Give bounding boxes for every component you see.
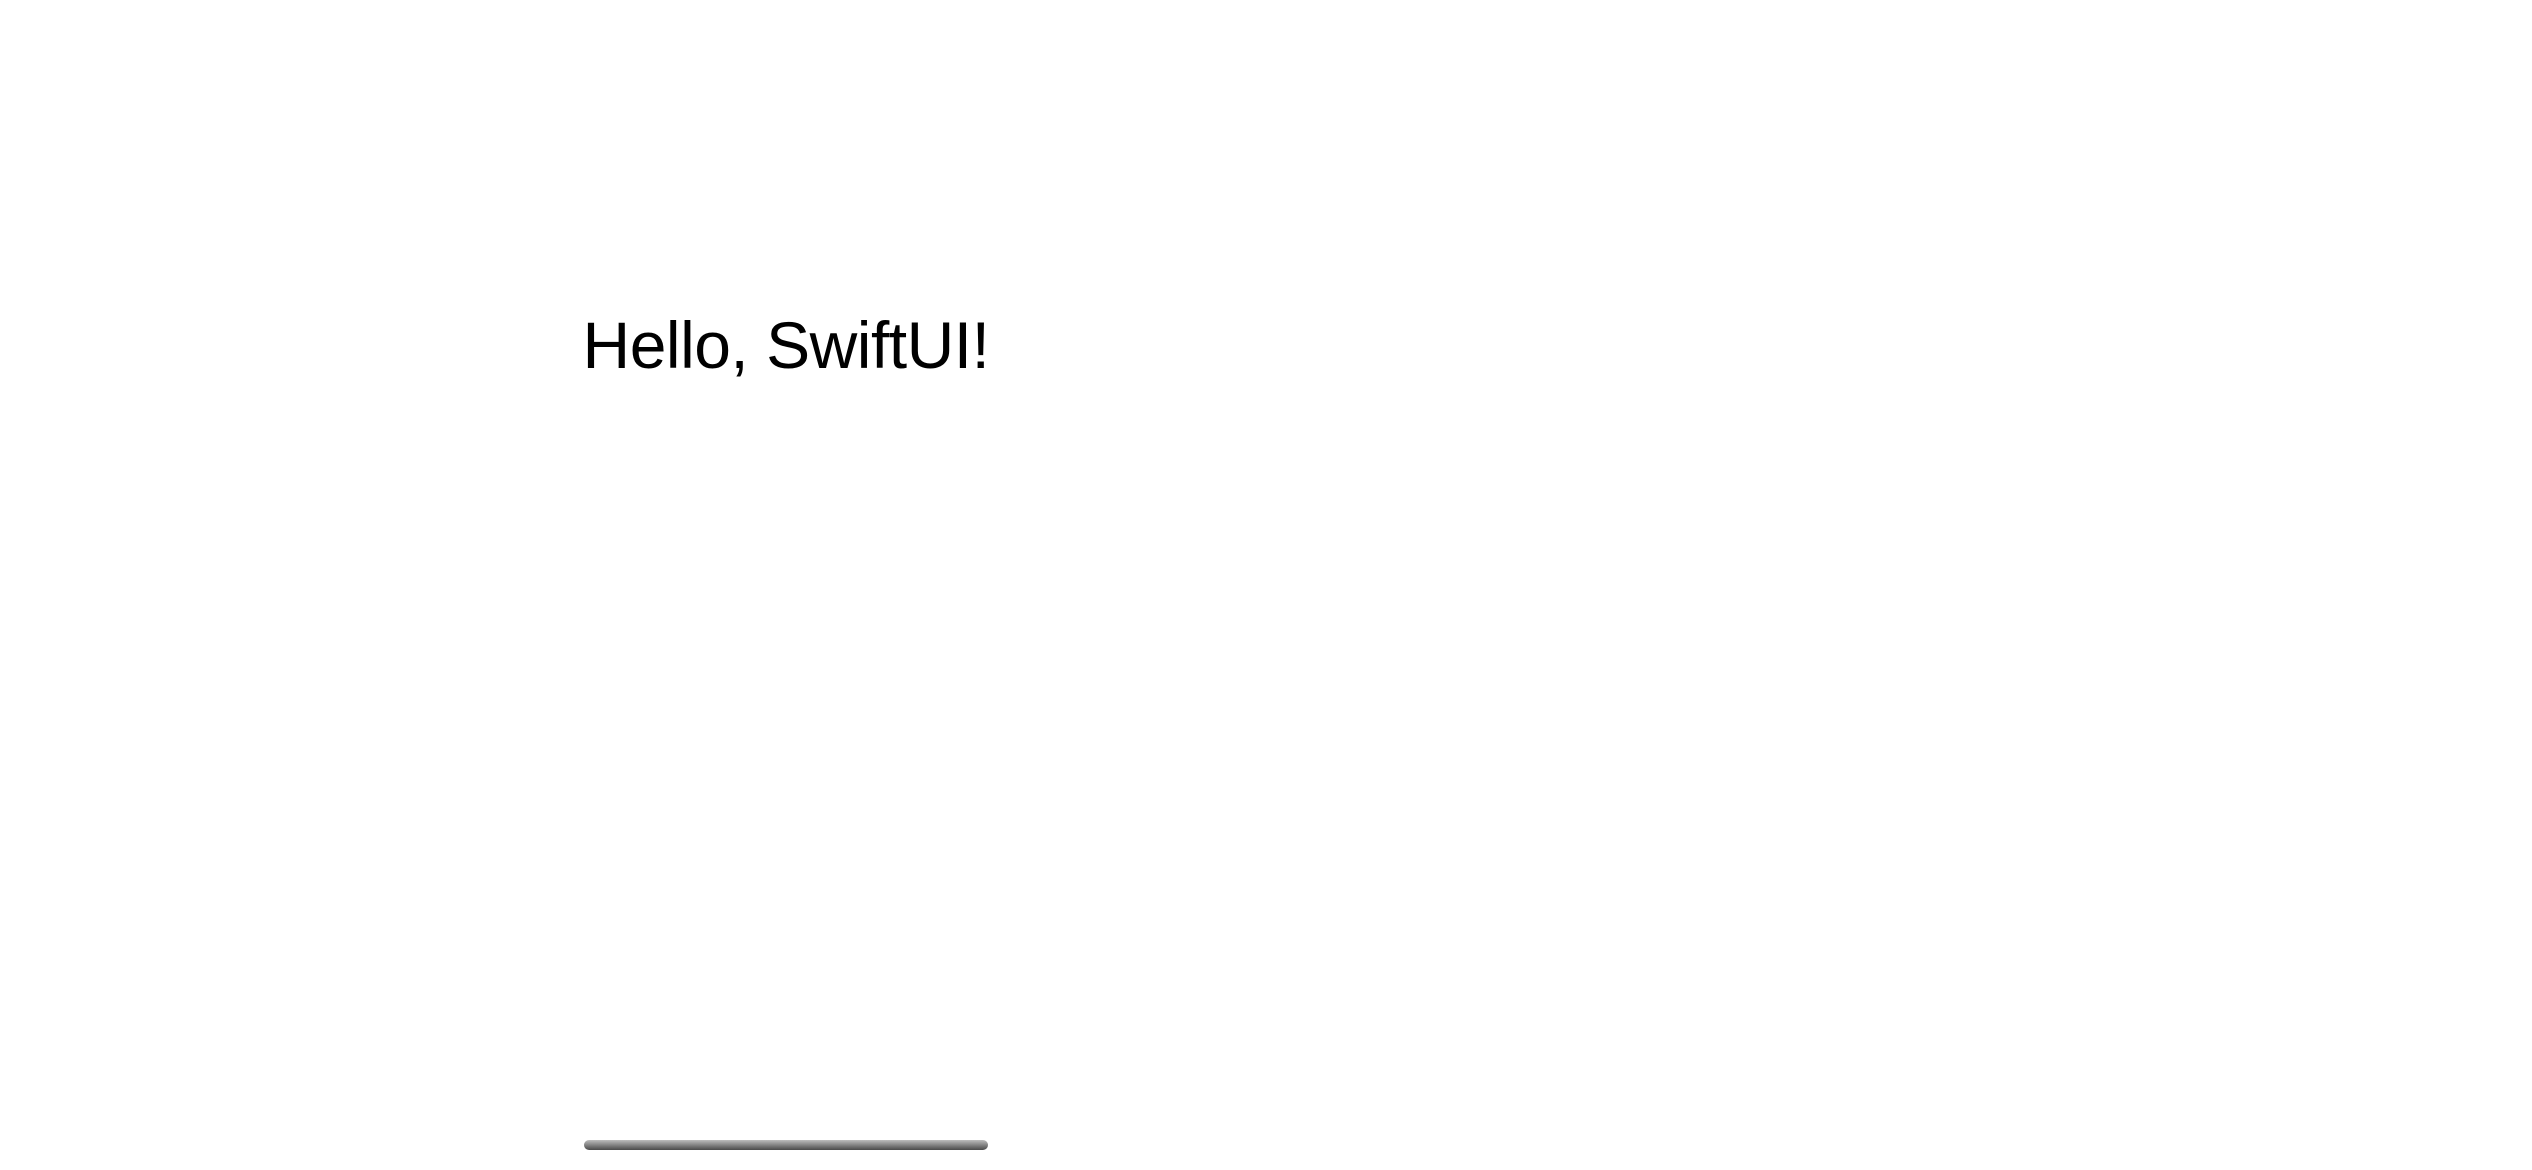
app-screen: Hello, SwiftUI! [0, 0, 2532, 1170]
home-indicator[interactable] [584, 1140, 988, 1150]
content-area: Hello, SwiftUI! [0, 0, 2532, 1170]
greeting-label: Hello, SwiftUI! [583, 307, 990, 383]
